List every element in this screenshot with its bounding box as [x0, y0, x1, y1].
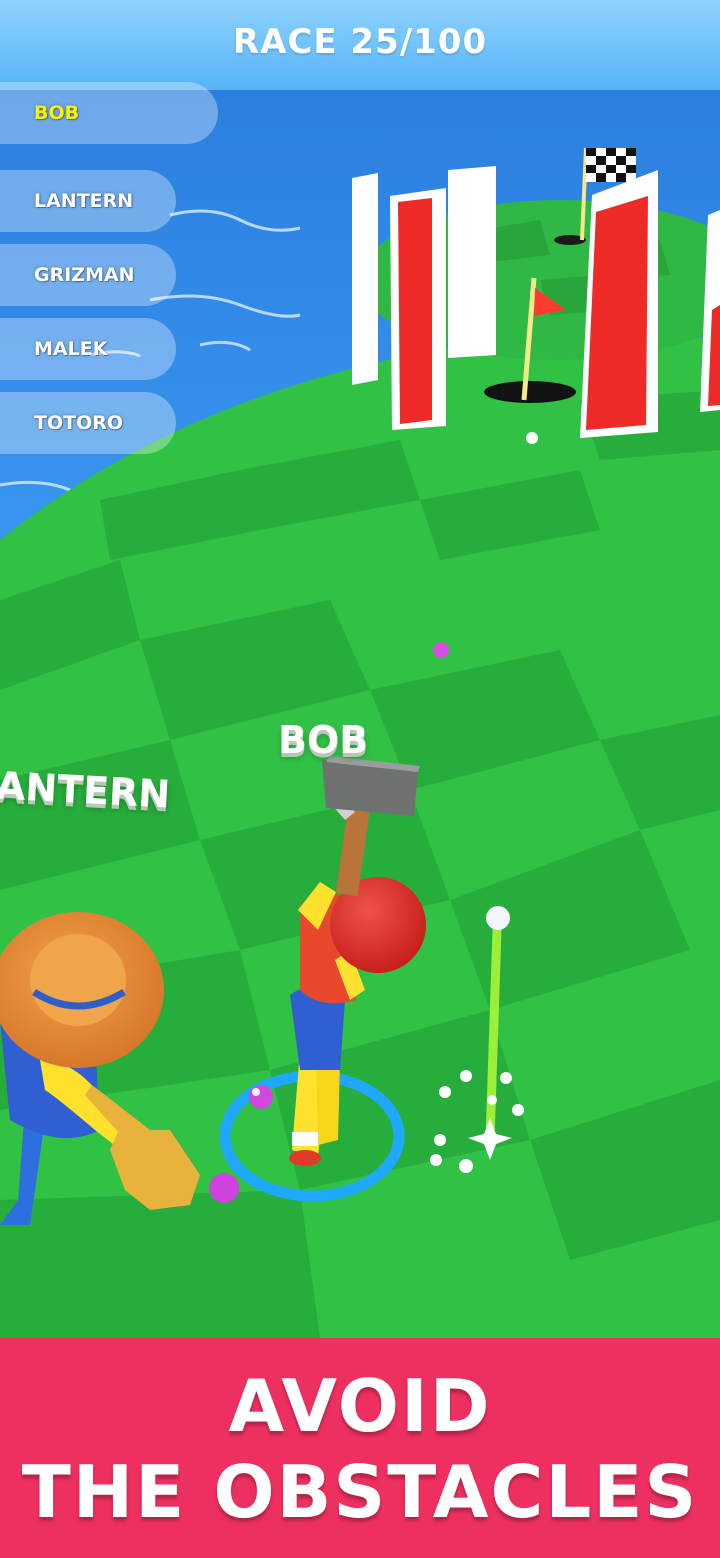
player-name-tag: BOB [278, 718, 369, 762]
promo-banner: AVOID THE OBSTACLES [0, 1338, 720, 1558]
leaderboard-item-1: BOB [0, 82, 218, 144]
checkered-flag-icon [586, 148, 636, 182]
leaderboard-item-2: LANTERN [0, 170, 176, 232]
rival-name-tag: ANTERN [0, 763, 172, 817]
game-scene[interactable]: RACE 25/100 BOB LANTERN GRIZMAN MALEK TO… [0, 0, 720, 1338]
banner-headline-1: AVOID [228, 1364, 492, 1448]
leaderboard-item-3: GRIZMAN [0, 244, 176, 306]
golf-ball [433, 642, 449, 658]
banner-headline-2: THE OBSTACLES [21, 1450, 699, 1534]
golf-hole [484, 381, 576, 403]
golf-ball [526, 432, 538, 444]
golf-ball [209, 1173, 239, 1203]
leaderboard-item-4: MALEK [0, 318, 176, 380]
golf-ball [249, 1085, 273, 1109]
leaderboard-item-5: TOTORO [0, 392, 176, 454]
race-counter: RACE 25/100 [232, 22, 488, 62]
golf-ball [486, 906, 510, 930]
